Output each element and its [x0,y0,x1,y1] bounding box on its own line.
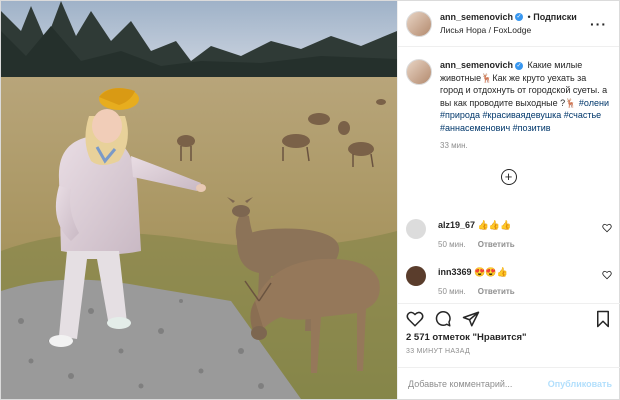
verified-badge-icon: ✓ [515,13,524,22]
instagram-post-window: ann_semenovich ✓ • Подписки Лисья Нора / … [0,0,620,400]
publish-button[interactable]: Опубликовать [548,379,612,389]
post-actions-bar [398,303,620,328]
add-comment-bar: Опубликовать [398,367,620,399]
caption-text: ann_semenovich ✓ Какие милые животные🦌Как… [440,59,611,153]
share-paper-plane-icon[interactable] [462,310,480,328]
comment-item: alz19_67 👍👍👍 50 мин. Ответить [398,219,620,251]
reply-button[interactable]: Ответить [478,287,515,296]
commenter-username[interactable]: alz19_67 [438,220,475,230]
caption-username[interactable]: ann_semenovich [440,60,513,70]
commenter-avatar[interactable] [406,266,426,286]
post-date: 33 МИНУТ НАЗАД [406,348,471,355]
comment-body: alz19_67 👍👍👍 50 мин. Ответить [438,219,602,251]
verified-badge-icon: ✓ [515,61,524,70]
hashtag-link[interactable]: #природа [440,110,480,120]
hashtag-link[interactable]: #олени [579,98,609,108]
comment-body: inn3369 😍😍👍 50 мин. Ответить [438,266,602,298]
comment-time: 50 мин. [438,287,466,296]
hashtag-link[interactable]: #красиваядевушка [483,110,562,120]
post-photo[interactable] [1,1,397,399]
post-header: ann_semenovich ✓ • Подписки Лисья Нора / … [398,1,619,47]
comment-bubble-icon[interactable] [434,310,452,328]
hashtag-link[interactable]: #аннасеменович [440,123,510,133]
caption-avatar[interactable] [406,59,432,85]
post-caption: ann_semenovich ✓ Какие милые животные🦌Как… [398,47,619,153]
post-sidebar: ann_semenovich ✓ • Подписки Лисья Нора / … [397,1,620,399]
comment-time: 50 мин. [438,240,466,249]
comment-item: inn3369 😍😍👍 50 мин. Ответить [398,266,620,298]
comment-meta: 50 мин. Ответить [438,238,602,251]
comment-text: 👍👍👍 [477,220,512,230]
header-text: ann_semenovich ✓ • Подписки Лисья Нора / … [440,11,586,37]
reply-button[interactable]: Ответить [478,240,515,249]
like-comment-heart-icon[interactable] [602,223,612,233]
post-location[interactable]: Лисья Нора / FoxLodge [440,24,586,37]
more-options-icon[interactable]: ··· [586,16,611,32]
hashtag-link[interactable]: #счастье [564,110,601,120]
commenter-username[interactable]: inn3369 [438,267,472,277]
load-more-comments-icon[interactable]: + [500,168,517,185]
like-heart-icon[interactable] [406,310,424,328]
commenter-avatar[interactable] [406,219,426,239]
likes-count[interactable]: 2 571 отметок "Нравится" [406,332,527,343]
like-comment-heart-icon[interactable] [602,270,612,280]
separator-dot: • [527,11,531,22]
author-avatar[interactable] [406,10,432,37]
comment-meta: 50 мин. Ответить [438,285,602,298]
hashtag-link[interactable]: #позитив [513,123,551,133]
author-username[interactable]: ann_semenovich [440,12,513,22]
deer-emoji-icon: 🦌 [565,97,577,108]
comment-text: 😍😍👍 [474,267,508,277]
deer-park-photo [1,1,397,399]
deer-emoji-icon: 🦌 [481,72,493,83]
caption-time: 33 мин. [440,141,468,150]
add-comment-input[interactable] [406,377,548,390]
following-button[interactable]: Подписки [533,12,577,22]
save-bookmark-icon[interactable] [594,310,612,328]
